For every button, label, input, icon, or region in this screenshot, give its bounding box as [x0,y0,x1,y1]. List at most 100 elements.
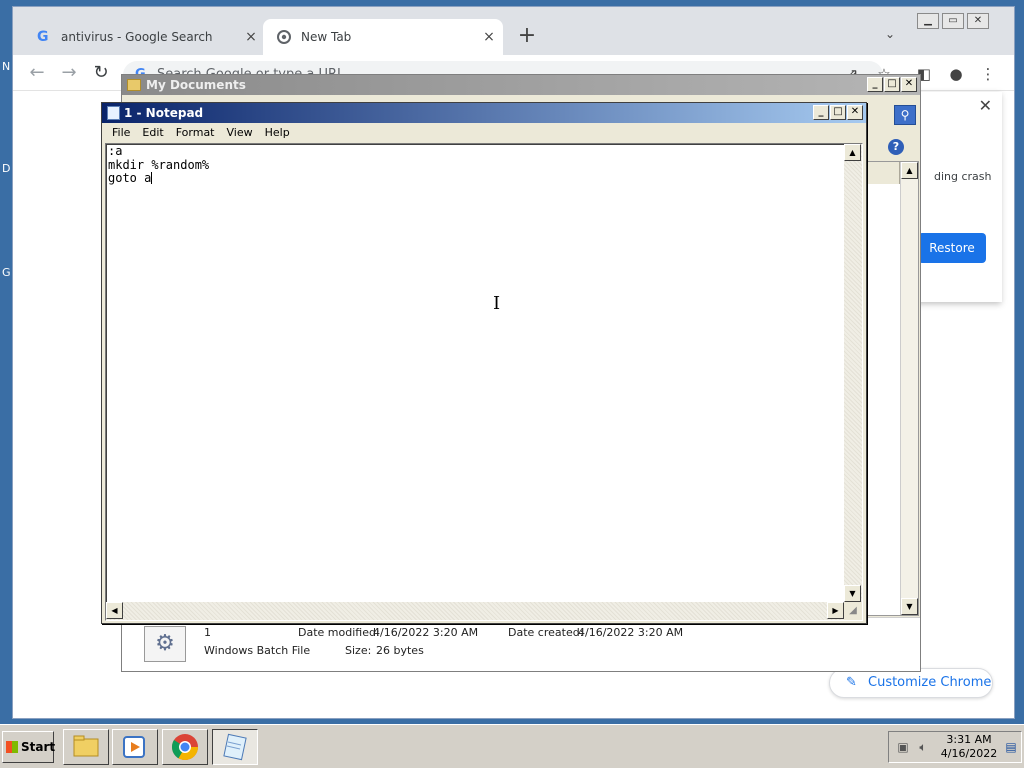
forward-button[interactable]: → [57,61,81,85]
desktop-icon-label-n: N [2,60,11,73]
show-desktop-icon[interactable]: ▤ [1003,740,1019,754]
restore-button[interactable]: Restore [918,233,986,263]
text-line: mkdir %random% [108,157,210,172]
media-player-icon [123,736,145,758]
menu-help[interactable]: Help [259,123,296,142]
notepad-icon [107,106,120,120]
tab-title: antivirus - Google Search [61,30,213,44]
desktop-icon-label-g: G [2,266,11,279]
tab-new-tab[interactable]: New Tab × [263,19,503,55]
scroll-left-icon[interactable]: ◀ [106,602,123,619]
back-button[interactable]: ← [25,61,49,85]
text-caret [151,172,153,184]
date-created-label: Date created: [508,626,584,639]
start-label: Start [21,740,56,754]
customize-chrome-button[interactable]: ✎ Customize Chrome [829,668,993,698]
clock-date: 4/16/2022 [940,747,998,760]
clock[interactable]: 3:31 AM 4/16/2022 [937,733,1001,761]
my-documents-titlebar[interactable]: My Documents _ □ ✕ [122,75,920,95]
chrome-window-controls: ▁ ▭ ✕ [917,13,989,29]
start-button[interactable]: Start [2,731,56,763]
new-tab-button[interactable]: + [513,23,541,51]
maximize-button[interactable]: ▭ [942,13,964,29]
pencil-icon: ✎ [846,675,857,690]
folder-icon [73,735,99,757]
notepad-window: 1 - Notepad _ □ ✕ File Edit Format View … [101,102,867,624]
menu-file[interactable]: File [106,123,136,142]
taskbar: Start ▣ 🔈︎ 3:31 AM 4/16/2022 ▤ [0,724,1024,768]
folder-icon [127,79,141,91]
maximize-button[interactable]: □ [830,105,846,120]
tab-search-button[interactable]: ⌄ [885,27,895,41]
restore-card-text: ding crash [934,170,992,183]
menu-format[interactable]: Format [170,123,221,142]
menu-view[interactable]: View [221,123,259,142]
minimize-button[interactable]: ▁ [917,13,939,29]
scroll-up-icon[interactable]: ▲ [844,144,861,161]
text-editor[interactable]: :a mkdir %random% goto a ▲ ▼ ◀ ▶ ◢ [105,143,863,621]
date-modified-value: 4/16/2022 3:20 AM [373,626,479,639]
taskbar-notepad-button[interactable] [212,729,258,765]
horizontal-scrollbar[interactable]: ◀ ▶ [106,602,844,620]
menu-bar: File Edit Format View Help [102,123,866,142]
close-button[interactable]: ✕ [847,105,863,120]
scroll-right-icon[interactable]: ▶ [827,602,844,619]
tab-antivirus-search[interactable]: G antivirus - Google Search × [23,19,265,55]
search-go-icon[interactable]: ⚲ [894,105,916,125]
close-button[interactable]: ✕ [967,13,989,29]
size-value: 26 bytes [376,644,424,657]
scroll-up-icon[interactable]: ▲ [901,162,918,179]
resize-grip-icon[interactable]: ◢ [844,602,862,620]
customize-chrome-label: Customize Chrome [868,675,992,690]
scroll-down-icon[interactable]: ▼ [844,585,861,602]
close-tab-icon[interactable]: × [475,29,503,45]
windows-flag-icon [6,741,18,753]
batch-file-gear-icon: ⚙ [144,626,186,662]
taskbar-explorer-button[interactable] [63,729,109,765]
profile-icon[interactable]: ● [945,63,967,85]
date-created-value: 4/16/2022 3:20 AM [578,626,684,639]
vertical-scrollbar[interactable]: ▲ ▼ [900,162,918,615]
file-list[interactable]: ▲ ▼ [867,161,919,616]
text-line: goto a [108,171,152,185]
close-icon[interactable]: ✕ [979,96,992,115]
minimize-button[interactable]: _ [813,105,829,120]
minimize-button[interactable]: _ [867,77,883,92]
help-icon[interactable]: ? [888,139,904,155]
file-name: 1 [204,626,211,639]
desktop-icon-label-d: D [2,162,11,175]
network-icon[interactable]: ▣ [895,740,911,754]
date-modified-label: Date modified: [298,626,380,639]
ibeam-cursor-icon: I [493,293,501,314]
window-title: 1 - Notepad [124,106,204,120]
google-g-icon: G [37,29,49,45]
scroll-down-icon[interactable]: ▼ [901,598,918,615]
volume-icon[interactable]: 🔈︎ [915,740,931,754]
window-controls: _ □ ✕ [867,77,917,92]
window-title: My Documents [146,78,246,92]
vertical-scrollbar[interactable]: ▲ ▼ [844,144,862,602]
clock-time: 3:31 AM [946,733,992,746]
system-tray: ▣ 🔈︎ 3:31 AM 4/16/2022 ▤ [888,731,1022,763]
tab-title: New Tab [301,30,352,44]
window-controls: _ □ ✕ [813,105,863,120]
taskbar-chrome-button[interactable] [162,729,208,765]
taskbar-media-player-button[interactable] [112,729,158,765]
menu-edit[interactable]: Edit [136,123,169,142]
size-label: Size: [345,644,372,657]
reload-button[interactable]: ↻ [89,61,113,85]
close-button[interactable]: ✕ [901,77,917,92]
text-line-cursor: goto a [108,171,842,186]
chrome-logo-icon [171,734,199,761]
notepad-icon [223,733,247,761]
editor-text[interactable]: :a mkdir %random% goto a [108,144,842,602]
maximize-button[interactable]: □ [884,77,900,92]
tab-strip: G antivirus - Google Search × New Tab × … [13,7,1014,55]
text-line: :a [108,144,123,158]
details-pane: ⚙ 1 Windows Batch File Date modified: 4/… [122,617,920,671]
notepad-titlebar[interactable]: 1 - Notepad _ □ ✕ [102,103,866,123]
chrome-menu-button[interactable]: ⋮ [977,63,999,85]
column-header[interactable] [868,162,900,184]
chrome-logo-icon [277,30,291,44]
close-tab-icon[interactable]: × [237,29,265,45]
